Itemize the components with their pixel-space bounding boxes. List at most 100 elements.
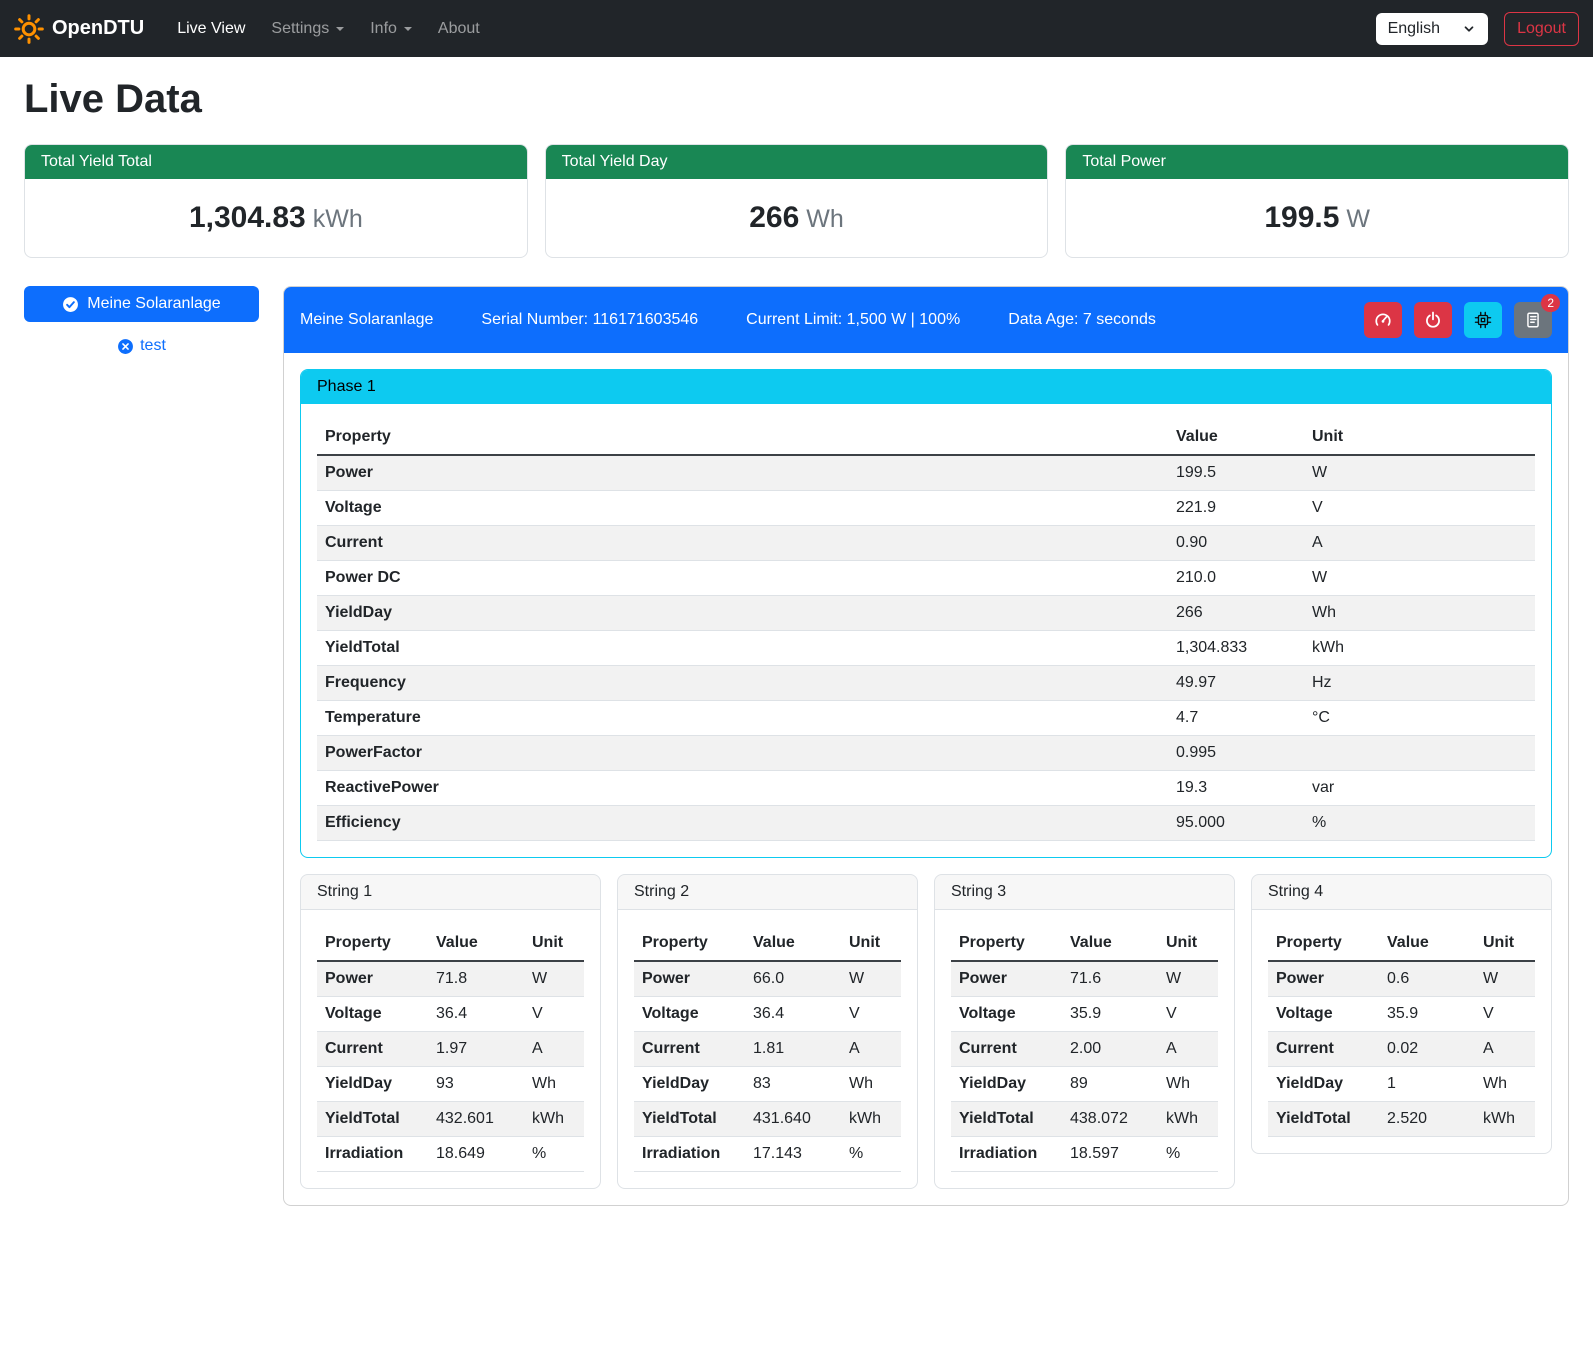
unit-cell xyxy=(1294,736,1535,771)
unit-cell: A xyxy=(524,1032,584,1067)
column-property: Property xyxy=(317,926,428,961)
phase-1-table: Property Value Unit Power199.5WVoltage22… xyxy=(317,420,1535,841)
property-cell: ReactivePower xyxy=(317,771,1168,806)
value-cell: 2.520 xyxy=(1379,1102,1475,1137)
unit-cell: % xyxy=(1158,1137,1218,1172)
cpu-icon xyxy=(1474,311,1492,329)
property-cell: Power DC xyxy=(317,561,1168,596)
card-body: 1,304.83kWh xyxy=(25,179,527,257)
value-cell: 89 xyxy=(1062,1067,1158,1102)
nav-item-info[interactable]: Info xyxy=(357,12,425,46)
unit-cell: Wh xyxy=(524,1067,584,1102)
unit-cell: V xyxy=(1475,997,1535,1032)
property-cell: Current xyxy=(1268,1032,1379,1067)
table-row: Voltage35.9V xyxy=(1268,997,1535,1032)
inverter-panel: Meine Solaranlage Serial Number: 1161716… xyxy=(283,286,1569,1206)
value-cell: 266 xyxy=(1168,596,1294,631)
table-row: Power0.6W xyxy=(1268,961,1535,997)
nav-item-settings[interactable]: Settings xyxy=(258,12,357,46)
column-value: Value xyxy=(745,926,841,961)
unit-cell: W xyxy=(1158,961,1218,997)
unit-cell: V xyxy=(1158,997,1218,1032)
top-navbar: OpenDTU Live View Settings Info About En… xyxy=(0,0,1593,57)
property-cell: Power xyxy=(951,961,1062,997)
table-body: Power0.6WVoltage35.9VCurrent0.02AYieldDa… xyxy=(1268,961,1535,1137)
check-circle-icon xyxy=(62,296,79,313)
unit-cell: W xyxy=(841,961,901,997)
value-cell: 221.9 xyxy=(1168,491,1294,526)
table-row: Power71.8W xyxy=(317,961,584,997)
inverter-select-button[interactable]: Meine Solaranlage xyxy=(24,286,259,322)
string-2-header: String 2 xyxy=(618,875,917,910)
nav-item-settings-label: Settings xyxy=(271,20,329,38)
unit-cell: A xyxy=(841,1032,901,1067)
brand[interactable]: OpenDTU xyxy=(14,14,144,44)
property-cell: YieldTotal xyxy=(317,631,1168,666)
property-cell: Voltage xyxy=(634,997,745,1032)
limit-settings-button[interactable] xyxy=(1364,302,1402,338)
unit-cell: Wh xyxy=(1158,1067,1218,1102)
unit-cell: Wh xyxy=(1294,596,1535,631)
table-row: Power199.5W xyxy=(317,455,1535,491)
nav-item-about[interactable]: About xyxy=(425,12,493,46)
unit-cell: % xyxy=(1294,806,1535,841)
value-cell: 95.000 xyxy=(1168,806,1294,841)
inverter-actions: 2 xyxy=(1364,302,1552,338)
content-row: Meine Solaranlage test Meine Solaranlage… xyxy=(24,286,1569,1206)
value-cell: 210.0 xyxy=(1168,561,1294,596)
inverter-item-test[interactable]: test xyxy=(24,337,259,355)
nav-item-live-view[interactable]: Live View xyxy=(164,12,258,46)
table-row: Voltage35.9V xyxy=(951,997,1218,1032)
total-yield-total-unit: kWh xyxy=(313,205,363,233)
table-header-row: Property Value Unit xyxy=(317,420,1535,455)
value-cell: 0.6 xyxy=(1379,961,1475,997)
table-row: YieldTotal438.072kWh xyxy=(951,1102,1218,1137)
property-cell: YieldTotal xyxy=(317,1102,428,1137)
string-3-body: Property Value Unit Power71.6WVoltage35.… xyxy=(935,910,1234,1188)
power-button[interactable] xyxy=(1414,302,1452,338)
inverter-serial: Serial Number: 116171603546 xyxy=(481,311,698,329)
table-row: Power66.0W xyxy=(634,961,901,997)
property-cell: Efficiency xyxy=(317,806,1168,841)
column-value: Value xyxy=(1062,926,1158,961)
total-yield-total-card: Total Yield Total 1,304.83kWh xyxy=(24,144,528,258)
value-cell: 0.02 xyxy=(1379,1032,1475,1067)
value-cell: 35.9 xyxy=(1379,997,1475,1032)
device-info-button[interactable] xyxy=(1464,302,1502,338)
table-row: YieldTotal1,304.833kWh xyxy=(317,631,1535,666)
power-icon xyxy=(1424,311,1442,329)
table-row: Efficiency95.000% xyxy=(317,806,1535,841)
column-value: Value xyxy=(428,926,524,961)
value-cell: 0.995 xyxy=(1168,736,1294,771)
value-cell: 1.97 xyxy=(428,1032,524,1067)
inverter-panel-body: Phase 1 Property Value Unit Power199.5WV… xyxy=(284,353,1568,1205)
brand-label: OpenDTU xyxy=(52,17,144,40)
table-row: YieldTotal432.601kWh xyxy=(317,1102,584,1137)
card-body: 266Wh xyxy=(546,179,1048,257)
table-row: Current1.97A xyxy=(317,1032,584,1067)
logout-button[interactable]: Logout xyxy=(1504,12,1579,46)
event-log-button[interactable]: 2 xyxy=(1514,302,1552,338)
event-log-icon xyxy=(1524,311,1542,329)
property-cell: Temperature xyxy=(317,701,1168,736)
sun-icon xyxy=(14,14,44,44)
table-row: YieldTotal431.640kWh xyxy=(634,1102,901,1137)
value-cell: 83 xyxy=(745,1067,841,1102)
unit-cell: % xyxy=(841,1137,901,1172)
column-unit: Unit xyxy=(1158,926,1218,961)
table-row: Voltage36.4V xyxy=(634,997,901,1032)
value-cell: 36.4 xyxy=(745,997,841,1032)
summary-cards-row: Total Yield Total 1,304.83kWh Total Yiel… xyxy=(24,144,1569,258)
unit-cell: % xyxy=(524,1137,584,1172)
property-cell: YieldTotal xyxy=(1268,1102,1379,1137)
value-cell: 66.0 xyxy=(745,961,841,997)
value-cell: 49.97 xyxy=(1168,666,1294,701)
property-cell: Irradiation xyxy=(634,1137,745,1172)
unit-cell: V xyxy=(841,997,901,1032)
language-select[interactable]: English xyxy=(1376,13,1488,45)
unit-cell: var xyxy=(1294,771,1535,806)
table-row: YieldTotal2.520kWh xyxy=(1268,1102,1535,1137)
property-cell: YieldDay xyxy=(634,1067,745,1102)
table-header-row: Property Value Unit xyxy=(634,926,901,961)
value-cell: 93 xyxy=(428,1067,524,1102)
